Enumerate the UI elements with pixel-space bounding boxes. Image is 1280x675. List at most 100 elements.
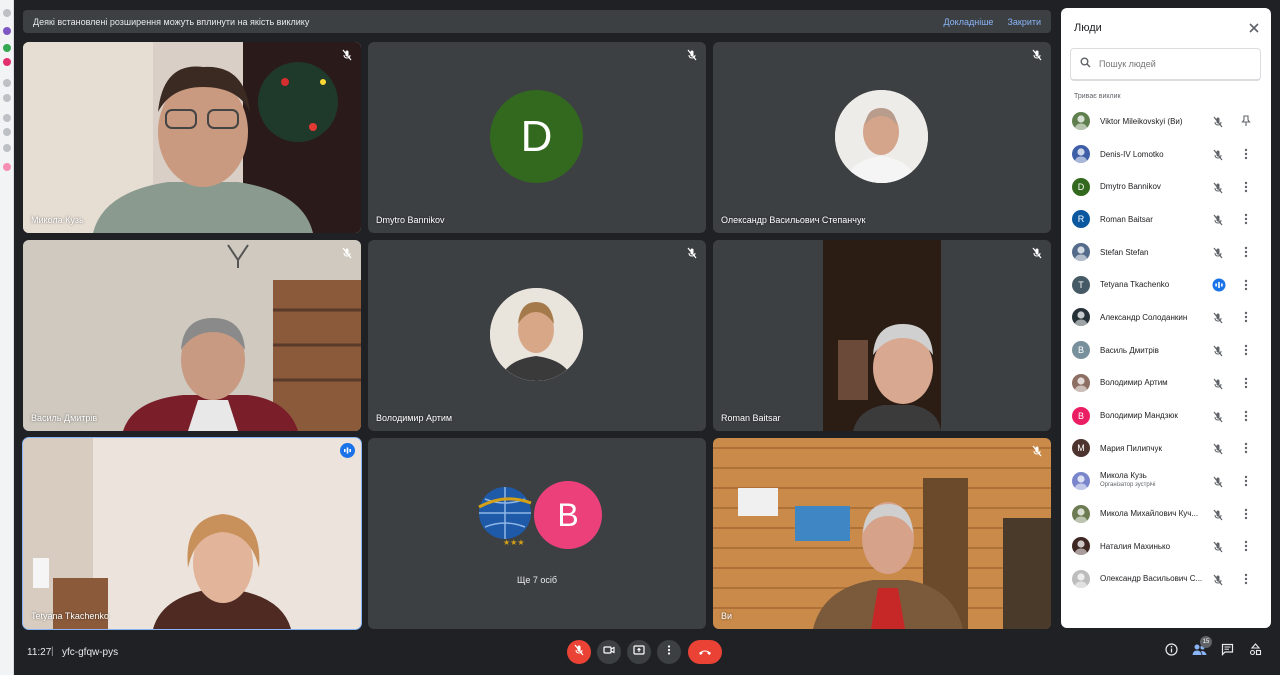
extension-icon[interactable]: [3, 44, 11, 52]
participant-row[interactable]: D Dmytro Bannikov: [1061, 170, 1271, 203]
search-icon: [1080, 55, 1091, 73]
learn-more-link[interactable]: Докладніше: [943, 17, 993, 27]
muted-mic-icon[interactable]: [1212, 344, 1224, 357]
more-participants-tile[interactable]: ★★★ B Ще 7 осіб: [368, 438, 706, 629]
muted-mic-icon[interactable]: [1212, 573, 1224, 586]
participant-name: Tetyana Tkachenko: [31, 611, 109, 621]
participant-tile[interactable]: Микола Кузь: [23, 42, 361, 233]
participant-row[interactable]: B Василь Дмитрів: [1061, 334, 1271, 367]
participant-row[interactable]: R Roman Baitsar: [1061, 203, 1271, 236]
participant-row[interactable]: Stefan Stefan: [1061, 236, 1271, 269]
avatar: [1072, 145, 1090, 164]
participant-tile[interactable]: Володимир Артим: [368, 240, 706, 431]
avatar: D: [490, 90, 583, 183]
more-vert-icon[interactable]: [1241, 278, 1251, 292]
avatar: R: [1072, 210, 1090, 229]
more-vert-icon[interactable]: [1241, 310, 1251, 324]
participant-name: Володимир Мандзюк: [1100, 411, 1178, 421]
muted-mic-icon[interactable]: [1212, 540, 1224, 553]
participant-row[interactable]: Наталия Махинько: [1061, 530, 1271, 563]
participant-name: Микола Кузь: [31, 215, 84, 225]
participant-row[interactable]: Олександр Васильович С...: [1061, 563, 1271, 596]
muted-mic-icon: [686, 48, 698, 61]
more-vert-icon[interactable]: [1241, 343, 1251, 357]
self-view-tile[interactable]: Ви: [713, 438, 1051, 629]
camera-toggle-button[interactable]: [597, 640, 621, 664]
camera-icon: [603, 643, 615, 661]
extension-icon[interactable]: [3, 79, 11, 87]
search-input[interactable]: [1099, 59, 1249, 69]
participant-tile[interactable]: Tetyana Tkachenko: [22, 437, 362, 630]
muted-mic-icon[interactable]: [1212, 181, 1224, 194]
more-vert-icon: [663, 643, 675, 661]
separator: |: [51, 646, 54, 657]
extension-icon[interactable]: [3, 144, 11, 152]
more-vert-icon[interactable]: [1241, 409, 1251, 423]
extension-icon[interactable]: [3, 163, 11, 171]
more-vert-icon[interactable]: [1241, 474, 1251, 488]
extension-icon[interactable]: [3, 94, 11, 102]
muted-mic-icon[interactable]: [1212, 148, 1224, 161]
speaking-indicator-icon[interactable]: [1212, 278, 1226, 292]
speaking-indicator-icon: [340, 443, 355, 458]
more-vert-icon[interactable]: [1241, 572, 1251, 586]
participant-row[interactable]: Viktor Mileikovskyi (Ви): [1061, 105, 1271, 138]
muted-mic-icon[interactable]: [1212, 508, 1224, 520]
meeting-details-button[interactable]: [1161, 642, 1181, 662]
participant-name: Наталия Махинько: [1100, 541, 1171, 551]
muted-mic-icon[interactable]: [1212, 410, 1224, 422]
more-vert-icon[interactable]: [1241, 180, 1251, 194]
present-screen-icon: [633, 643, 645, 661]
more-vert-icon[interactable]: [1241, 507, 1251, 521]
extension-icon[interactable]: [3, 114, 11, 122]
more-options-button[interactable]: [657, 640, 681, 664]
dismiss-banner-button[interactable]: Закрити: [1007, 17, 1041, 27]
more-vert-icon[interactable]: [1241, 147, 1251, 161]
muted-mic-icon[interactable]: [1212, 115, 1224, 128]
extension-icon[interactable]: [3, 128, 11, 136]
avatar: [1072, 308, 1090, 327]
activities-button[interactable]: [1245, 642, 1265, 662]
participant-row[interactable]: Микола Михайлович Куч...: [1061, 497, 1271, 530]
participant-row[interactable]: Микола Кузь Організатор зустрічі: [1061, 465, 1271, 498]
more-vert-icon[interactable]: [1241, 245, 1251, 259]
present-screen-button[interactable]: [627, 640, 651, 664]
participant-name: Володимир Артим: [376, 413, 453, 423]
participant-row[interactable]: T Tetyana Tkachenko: [1061, 268, 1271, 301]
muted-mic-icon[interactable]: [1212, 246, 1224, 259]
microphone-toggle-button[interactable]: [567, 640, 591, 664]
search-people-field[interactable]: [1070, 48, 1261, 81]
participant-row[interactable]: Володимир Артим: [1061, 367, 1271, 400]
participant-name: Олександр Васильович Степанчук: [721, 215, 866, 225]
more-vert-icon[interactable]: [1241, 376, 1251, 390]
participant-row[interactable]: M Мария Пилипчук: [1061, 432, 1271, 465]
more-vert-icon[interactable]: [1241, 212, 1251, 226]
extension-icon[interactable]: [3, 58, 11, 66]
participant-row[interactable]: B Володимир Мандзюк: [1061, 399, 1271, 432]
more-vert-icon[interactable]: [1241, 441, 1251, 455]
muted-mic-icon[interactable]: [1212, 213, 1224, 226]
participant-tile[interactable]: Олександр Васильович Степанчук: [713, 42, 1051, 233]
participant-tile[interactable]: Василь Дмитрів: [23, 240, 361, 431]
avatar: [835, 90, 928, 183]
participant-name: Viktor Mileikovskyi (Ви): [1100, 116, 1183, 126]
leave-call-button[interactable]: [688, 640, 722, 664]
meeting-code: yfc-gfqw-pys: [62, 647, 119, 658]
extension-icon[interactable]: [3, 27, 11, 35]
more-vert-icon[interactable]: [1241, 539, 1251, 553]
participant-row[interactable]: Александр Солоданкин: [1061, 301, 1271, 334]
participant-video: [713, 438, 1051, 629]
participant-tile[interactable]: D Dmytro Bannikov: [368, 42, 706, 233]
participant-video: [713, 240, 1051, 431]
participant-tile[interactable]: Roman Baitsar: [713, 240, 1051, 431]
muted-mic-icon[interactable]: [1212, 377, 1224, 390]
pin-icon[interactable]: [1241, 114, 1251, 128]
muted-mic-icon[interactable]: [1212, 475, 1224, 488]
participant-row[interactable]: Denis-IV Lomotko: [1061, 138, 1271, 171]
muted-mic-icon[interactable]: [1212, 311, 1224, 324]
chat-button[interactable]: [1217, 642, 1237, 662]
extension-icon[interactable]: [3, 9, 11, 17]
participant-name: Dmytro Bannikov: [1100, 182, 1161, 192]
close-icon[interactable]: [1247, 21, 1261, 35]
muted-mic-icon[interactable]: [1212, 442, 1224, 455]
